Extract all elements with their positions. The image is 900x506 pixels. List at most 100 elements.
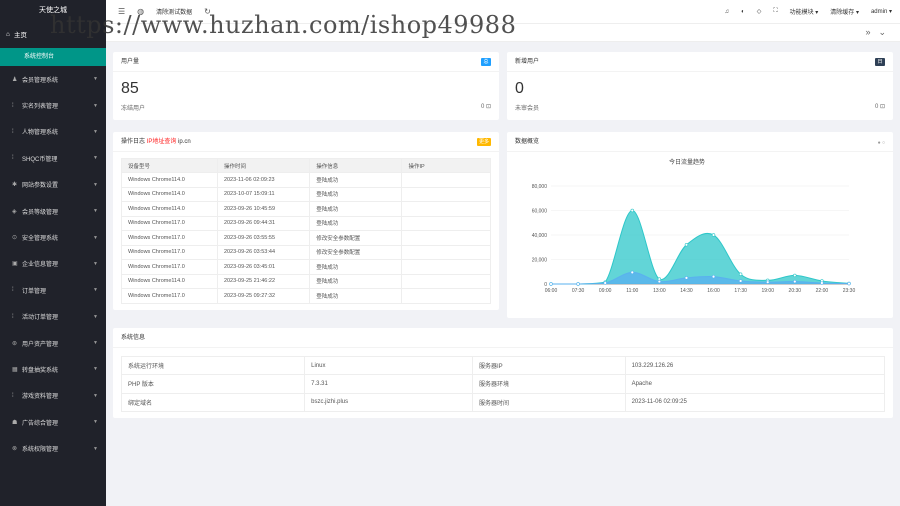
tag-icon[interactable]: ◇ [757,8,762,15]
card-title: 数据概览 [507,132,893,152]
fullscreen-icon[interactable]: ⛶ [773,8,777,15]
tab-controls[interactable]: »⌄ [865,27,894,38]
sidebar-item[interactable]: ✱ 网站参数设置 ▼ [0,172,106,198]
sidebar-item[interactable]: ⁞ 游戏资料管理 ▼ [0,383,106,409]
table-cell: 登陆成功 [309,172,403,188]
sidebar-item[interactable]: ◈ 会员等级管理 ▼ [0,198,106,224]
table-cell: 2023-10-07 15:09:11 [216,186,311,202]
table-row: Windows Chrome114.0 2023-10-07 15:09:11 登陆… [121,186,491,202]
function-mode-menu[interactable]: 功能模块 ▾ [790,7,819,16]
sidebar-item[interactable]: ▦ 转盘抽奖系统 ▼ [0,356,106,382]
table-cell: 登陆成功 [309,259,403,275]
sidebar-item[interactable]: ⁞ 订单管理 ▼ [0,277,106,303]
chevron-down-icon: ▼ [93,313,98,320]
sidebar-item-console[interactable]: 系统控制台 [0,48,106,66]
user-group-icon: ♟ [12,76,18,83]
x-tick-label: 09:00 [599,288,612,294]
series-area [551,210,849,284]
more-badge[interactable]: 更多 [476,138,491,146]
ip-domain-link[interactable]: ip.cn [178,139,191,145]
table-cell: Windows Chrome117.0 [121,244,218,260]
traffic-chart: 今日流量趋势 020,00040,00060,00080,00006:00 07:… [532,158,856,294]
sidebar-item[interactable]: ⁞ SHQC币管理 ▼ [0,145,106,171]
data-point [793,279,797,284]
sidebar-item[interactable]: ⁞ 人物管理系统 ▼ [0,119,106,145]
table-cell: Windows Chrome117.0 [121,215,218,231]
sidebar-item[interactable]: ⁞ 活动订单管理 ▼ [0,304,106,330]
chevron-down-icon: ▼ [93,366,98,373]
table-cell: Windows Chrome117.0 [121,259,218,275]
sidebar-item[interactable]: ⊗ 系统权限管理 ▼ [0,435,106,461]
bar-icon: ⁞ [12,287,14,294]
data-point [630,208,634,213]
data-overview-card: 数据概览 ● ○ 今日流量趋势 0 20,000 40,000 60,000 80,00… [507,132,893,318]
sidebar-item[interactable]: ♟ 会员管理系统 ▼ [0,66,106,92]
watermark-text: https://www.huzhan.com/ishop49988 [50,11,517,39]
new-users-card: 新增用户 日 0 未审会员 0 ⊡ [507,52,893,120]
chevron-down-icon: ▼ [93,260,98,267]
data-point [820,281,824,285]
sidebar-item-label: 会员管理系统 [22,77,59,84]
table-row: PHP 版本 7.3.31 服务器环境 Apache [120,374,886,394]
clear-cache-menu[interactable]: 清除缓存 ▾ [830,7,859,16]
sidebar: 天使之城 ⌂ 主页 系统控制台 ♟ 会员管理系统 ▼ ⁞ 实名列表管理 ▼ ⁞ 人物管理系统 ▼… [0,0,106,506]
x-tick-label: 19:00 [761,288,774,294]
x-tick-label: 20:30 [789,288,802,294]
table-cell: 2023-09-26 03:55:55 [216,230,311,246]
sidebar-item-label: 系统权限管理 [22,447,59,454]
table-row: Windows Chrome117.0 2023-09-26 03:55:55 修改… [121,230,491,246]
sidebar-item-label: 转盘抽奖系统 [22,367,59,374]
ip-lookup-link[interactable]: IP地址查询 [147,139,177,145]
asset-icon: ⊛ [12,340,18,347]
chevron-down-icon: ▼ [93,128,98,135]
sidebar-item-label: 订单管理 [22,288,47,295]
data-point [847,281,851,286]
x-tick-label: 07:30 [572,288,585,294]
table-row: Windows Chrome117.0 2023-09-26 03:53:44 修改… [121,244,491,260]
carousel-dots[interactable]: ● ○ [878,140,885,146]
table-cell: PHP 版本 [120,374,306,394]
table-row: Windows Chrome114.0 2023-09-26 10:45:59 登陆… [121,201,491,217]
data-point [738,272,743,276]
data-point [684,243,689,247]
sidebar-item-label: 网站参数设置 [22,183,59,190]
chevron-down-icon: ▼ [93,102,98,109]
table-row: 绑定域名 bszc.jizhi.plus 服务器时间 2023-11-06 02:09… [120,392,886,412]
sidebar-item[interactable]: ⊙ 安全管理系统 ▼ [0,224,106,250]
user-count-value: 85 [121,80,139,97]
sidebar-item[interactable]: ⊛ 用户资产管理 ▼ [0,330,106,356]
table-row: Windows Chrome114.0 2023-09-25 21:46:22 登陆… [121,273,491,289]
table-cell: 服务器环境 [471,374,626,394]
table-cell: 2023-09-26 03:45:01 [216,259,311,275]
message-icon[interactable]: ◐ [741,9,745,15]
card-title: 操作日志 [121,139,146,145]
sidebar-item[interactable]: ☗ 广告综合管理 ▼ [0,409,106,435]
data-point [793,273,797,278]
table-cell: 登陆成功 [309,273,403,289]
data-point [549,282,553,286]
table-cell: 2023-11-06 02:09:23 [216,172,311,188]
sidebar-item-label: 活动订单管理 [22,315,59,322]
card-title: 用户量 [113,52,499,72]
table-cell: 修改安全参数配置 [309,244,403,260]
y-tick-label: 40,000 [532,233,548,239]
data-point [738,279,743,283]
sidebar-item[interactable]: ▣ 企业信息管理 ▼ [0,251,106,277]
sidebar-item[interactable]: ⁞ 实名列表管理 ▼ [0,92,106,118]
data-point [684,276,689,280]
data-point [657,279,662,284]
x-tick-label: 16:00 [707,288,720,294]
table-header: 操作信息 [309,158,403,173]
bell-icon[interactable]: ♫ [725,9,730,15]
x-tick-label: 17:30 [734,288,747,294]
user-menu[interactable]: admin ▾ [871,8,892,15]
sidebar-item-label: 游戏资料管理 [22,394,59,401]
y-tick-label: 60,000 [532,209,548,215]
new-users-value: 0 [515,80,524,97]
info-icon: ▣ [12,261,18,268]
grid-icon: ▦ [12,366,18,373]
table-cell [401,273,491,289]
table-cell: 登陆成功 [309,215,403,231]
table-cell: 2023-09-25 21:46:22 [216,273,311,289]
sidebar-item-label: 企业信息管理 [22,262,59,269]
